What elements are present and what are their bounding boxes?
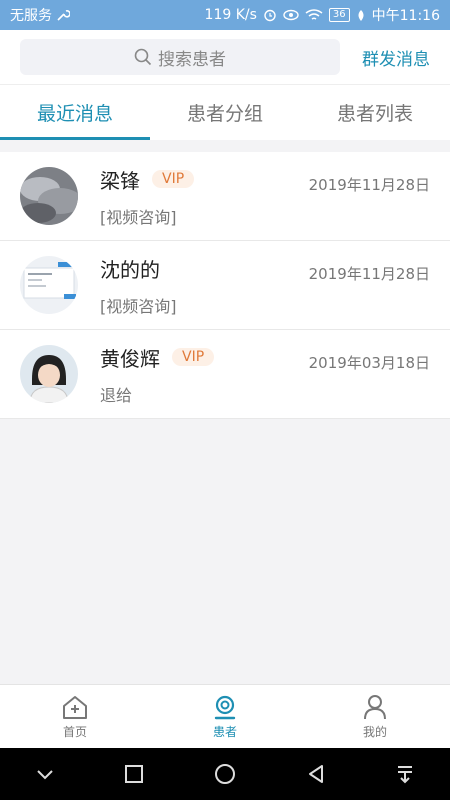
patient-name: 沈的的 [100,257,160,282]
avatar [20,167,78,225]
eye-icon [283,9,299,21]
leaf-icon [358,9,364,21]
vip-badge: VIP [152,170,195,188]
tab-home[interactable]: 首页 [0,685,150,748]
vip-badge: VIP [172,348,215,366]
avatar [20,345,78,403]
message-preview: [视频咨询] [100,207,177,227]
list-item[interactable]: 沈的的 [视频咨询] 2019年11月28日 [0,241,450,330]
message-preview: 退给 [100,385,133,405]
recent-apps-icon[interactable] [124,764,144,784]
message-date: 2019年11月28日 [308,176,430,194]
battery-indicator: 36 [328,8,350,22]
wrench-icon [57,10,70,21]
status-bar: 无服务 119 K/s 36 中午11:16 [0,0,450,30]
message-preview: [视频咨询] [100,296,177,316]
notification-pull-icon[interactable] [395,764,415,784]
search-icon [134,48,152,66]
message-date: 2019年03月18日 [308,354,430,372]
patient-name: 黄俊辉 [100,346,160,371]
list-item[interactable]: 梁锋 VIP [视频咨询] 2019年11月28日 [0,152,450,241]
list-item[interactable]: 黄俊辉 VIP 退给 2019年03月18日 [0,330,450,419]
tab-recent-messages[interactable]: 最近消息 [0,85,150,140]
tab-home-label: 首页 [62,724,87,739]
network-speed: 119 K/s [204,7,257,23]
patient-icon [214,695,236,719]
carrier-text: 无服务 [10,8,52,24]
broadcast-button[interactable]: 群发消息 [362,45,430,70]
home-icon [63,695,87,719]
patient-name: 梁锋 [100,168,140,193]
clock-time: 中午11:16 [371,8,440,24]
tab-patient-groups[interactable]: 患者分组 [150,85,300,140]
message-date: 2019年11月28日 [308,265,430,283]
message-tabs: 最近消息 患者分组 患者列表 [0,84,450,140]
search-input[interactable]: 搜索患者 [20,39,340,75]
profile-icon [364,694,386,719]
search-placeholder: 搜索患者 [158,49,226,70]
tab-mine[interactable]: 我的 [300,685,450,748]
chevron-down-icon[interactable] [35,767,55,781]
back-icon[interactable] [306,764,326,784]
tab-patients-label: 患者 [212,724,237,739]
alarm-icon [264,9,276,22]
home-circle-icon[interactable] [214,763,236,785]
system-navigation-bar [0,748,450,800]
bottom-tab-bar: 首页 患者 我的 [0,684,450,748]
tab-patient-list[interactable]: 患者列表 [300,85,450,140]
wifi-icon [305,8,323,20]
tab-mine-label: 我的 [362,724,387,739]
top-header: 搜索患者 群发消息 [0,30,450,84]
tab-patients[interactable]: 患者 [150,685,300,748]
avatar [20,256,78,314]
message-list: 梁锋 VIP [视频咨询] 2019年11月28日 沈的的 [视频咨询] 201… [0,152,450,419]
